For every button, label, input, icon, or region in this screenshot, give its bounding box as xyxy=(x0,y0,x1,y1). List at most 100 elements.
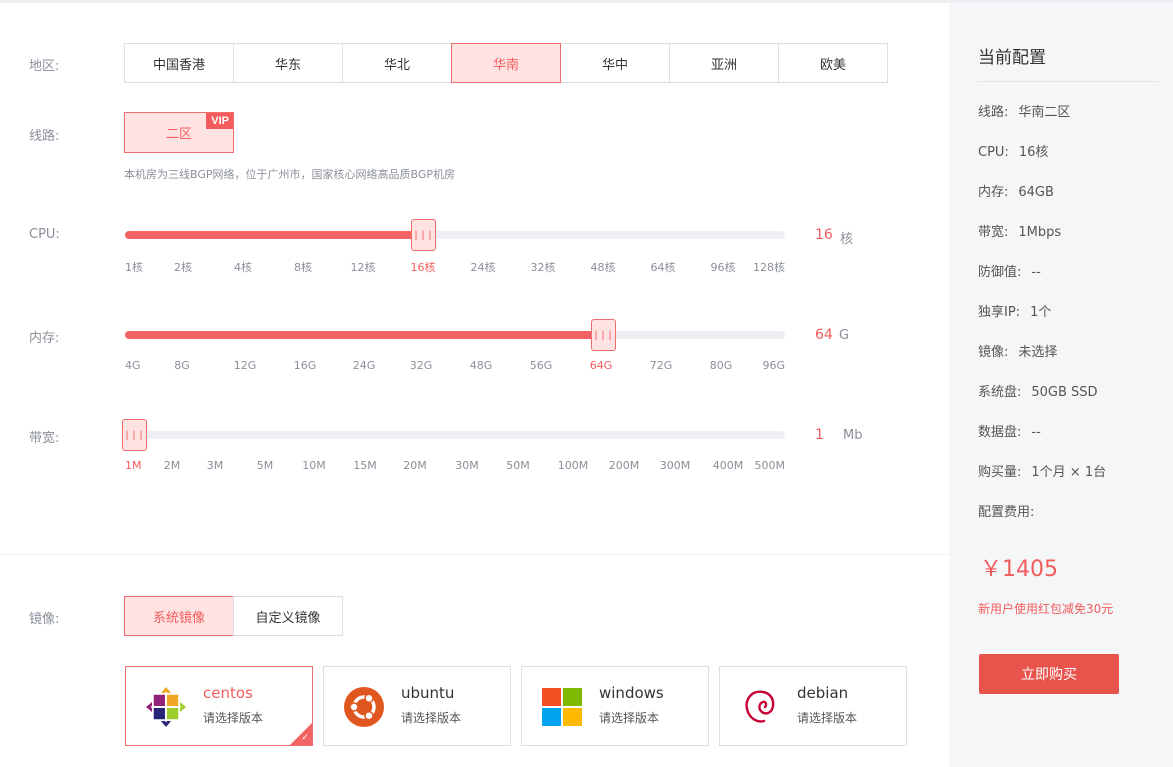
region-option-asia[interactable]: 亚洲 xyxy=(669,43,779,83)
summary-row-value: 1个 xyxy=(1030,305,1052,320)
os-name: windows xyxy=(599,684,664,702)
memory-value: 64 xyxy=(815,327,833,343)
summary-row-value: 64GB xyxy=(1018,185,1054,200)
bandwidth-tick[interactable]: 2M xyxy=(164,459,181,472)
memory-slider-track[interactable]: ||| xyxy=(125,319,785,351)
cpu-tick[interactable]: 48核 xyxy=(591,259,616,275)
bandwidth-label: 带宽: xyxy=(29,431,60,446)
memory-unit: G xyxy=(839,328,850,343)
memory-slider-handle[interactable]: ||| xyxy=(591,319,616,351)
bandwidth-tick[interactable]: 500M xyxy=(755,459,786,472)
line-option-label: 二区 xyxy=(165,127,192,142)
region-option-east[interactable]: 华东 xyxy=(233,43,343,83)
tab-system-image[interactable]: 系统镜像 xyxy=(124,596,234,636)
line-option-zone2[interactable]: 二区 VIP xyxy=(124,112,234,153)
summary-row: 购买量: 1个月 × 1台 xyxy=(978,461,1106,480)
memory-tick[interactable]: 80G xyxy=(710,359,733,372)
tab-custom-image[interactable]: 自定义镜像 xyxy=(233,596,343,636)
bandwidth-tick[interactable]: 3M xyxy=(207,459,224,472)
os-name: ubuntu xyxy=(401,684,455,702)
cpu-tick[interactable]: 64核 xyxy=(651,259,676,275)
bandwidth-value: 1 xyxy=(815,427,824,443)
summary-row-value: -- xyxy=(1031,425,1041,440)
buy-now-button[interactable]: 立即购买 xyxy=(979,654,1119,694)
cpu-tick[interactable]: 16核 xyxy=(411,259,436,275)
memory-tick-labels: 4G 8G 12G 16G 24G 32G 48G 56G 64G 72G 80G 96G xyxy=(125,359,785,373)
memory-tick[interactable]: 48G xyxy=(470,359,493,372)
os-card-windows[interactable]: windows 请选择版本 xyxy=(521,666,709,746)
memory-tick[interactable]: 32G xyxy=(410,359,433,372)
memory-tick[interactable]: 56G xyxy=(530,359,553,372)
summary-row-value: 50GB SSD xyxy=(1031,385,1098,400)
os-card-centos[interactable]: centos 请选择版本 ✓ xyxy=(125,666,313,746)
os-version-select[interactable]: 请选择版本 xyxy=(797,709,857,726)
cpu-tick[interactable]: 24核 xyxy=(471,259,496,275)
region-option-north[interactable]: 华北 xyxy=(342,43,452,83)
summary-row: 系统盘: 50GB SSD xyxy=(978,381,1098,400)
bandwidth-tick[interactable]: 15M xyxy=(353,459,377,472)
bandwidth-tick[interactable]: 200M xyxy=(609,459,640,472)
bandwidth-tick[interactable]: 300M xyxy=(660,459,691,472)
bandwidth-slider-handle[interactable]: ||| xyxy=(122,419,147,451)
cpu-unit: 核 xyxy=(840,232,854,247)
memory-tick[interactable]: 72G xyxy=(650,359,673,372)
memory-tick[interactable]: 8G xyxy=(174,359,190,372)
cpu-tick[interactable]: 4核 xyxy=(234,259,252,275)
os-card-ubuntu[interactable]: ubuntu 请选择版本 xyxy=(323,666,511,746)
region-label: 地区: xyxy=(29,59,60,74)
bandwidth-tick[interactable]: 50M xyxy=(506,459,530,472)
cpu-slider-track[interactable]: ||| xyxy=(125,219,785,251)
memory-tick[interactable]: 24G xyxy=(353,359,376,372)
cpu-tick[interactable]: 8核 xyxy=(294,259,312,275)
region-selector: 中国香港 华东 华北 华南 华中 亚洲 欧美 xyxy=(124,43,888,83)
bandwidth-tick[interactable]: 30M xyxy=(455,459,479,472)
os-version-select[interactable]: 请选择版本 xyxy=(599,709,659,726)
cpu-tick[interactable]: 12核 xyxy=(351,259,376,275)
summary-row-key: 内存: xyxy=(978,185,1009,200)
memory-tick[interactable]: 4G xyxy=(125,359,141,372)
memory-tick[interactable]: 96G xyxy=(762,359,785,372)
image-label: 镜像: xyxy=(29,612,60,627)
summary-row-key: 系统盘: xyxy=(978,385,1022,400)
windows-icon xyxy=(542,688,582,726)
memory-label: 内存: xyxy=(29,331,60,346)
summary-row: 配置费用: xyxy=(978,501,1044,520)
region-option-central[interactable]: 华中 xyxy=(560,43,670,83)
section-divider xyxy=(0,554,949,555)
memory-tick[interactable]: 16G xyxy=(294,359,317,372)
region-option-south[interactable]: 华南 xyxy=(451,43,561,83)
os-version-select[interactable]: 请选择版本 xyxy=(203,709,263,726)
bandwidth-tick[interactable]: 400M xyxy=(713,459,744,472)
summary-row-value: 华南二区 xyxy=(1018,105,1071,120)
cpu-tick[interactable]: 96核 xyxy=(711,259,736,275)
cpu-tick[interactable]: 128核 xyxy=(753,259,785,275)
os-card-debian[interactable]: debian 请选择版本 xyxy=(719,666,907,746)
cpu-tick[interactable]: 2核 xyxy=(174,259,192,275)
summary-row-key: 带宽: xyxy=(978,225,1009,240)
bandwidth-tick[interactable]: 5M xyxy=(257,459,274,472)
cpu-slider-handle[interactable]: ||| xyxy=(411,219,436,251)
bandwidth-tick[interactable]: 10M xyxy=(302,459,326,472)
bandwidth-tick[interactable]: 100M xyxy=(558,459,589,472)
price-value: ￥1405 xyxy=(980,557,1058,582)
region-option-euro-america[interactable]: 欧美 xyxy=(778,43,888,83)
bandwidth-slider-track[interactable]: ||| xyxy=(122,419,785,451)
bandwidth-tick-labels: 1M 2M 3M 5M 10M 15M 20M 30M 50M 100M 200M 300M 400M 5… xyxy=(125,459,785,473)
check-icon: ✓ xyxy=(301,733,309,743)
bandwidth-tick[interactable]: 20M xyxy=(403,459,427,472)
os-version-select[interactable]: 请选择版本 xyxy=(401,709,461,726)
cpu-tick[interactable]: 32核 xyxy=(531,259,556,275)
cpu-value: 16 xyxy=(815,227,833,243)
summary-row: 独享IP: 1个 xyxy=(978,301,1051,320)
summary-row-value: 16核 xyxy=(1018,145,1049,160)
region-option-hk[interactable]: 中国香港 xyxy=(124,43,234,83)
os-name: centos xyxy=(203,684,253,702)
summary-row-key: 购买量: xyxy=(978,465,1022,480)
cpu-tick[interactable]: 1核 xyxy=(125,259,143,275)
config-summary-panel: 当前配置 线路: 华南二区 CPU: 16核 内存: 64GB 带宽: 1Mbps 防御值: --… xyxy=(949,3,1173,767)
bandwidth-tick[interactable]: 1M xyxy=(125,459,142,472)
memory-tick[interactable]: 64G xyxy=(590,359,613,372)
ubuntu-icon xyxy=(344,687,384,727)
vip-badge: VIP xyxy=(206,113,233,129)
memory-tick[interactable]: 12G xyxy=(234,359,257,372)
